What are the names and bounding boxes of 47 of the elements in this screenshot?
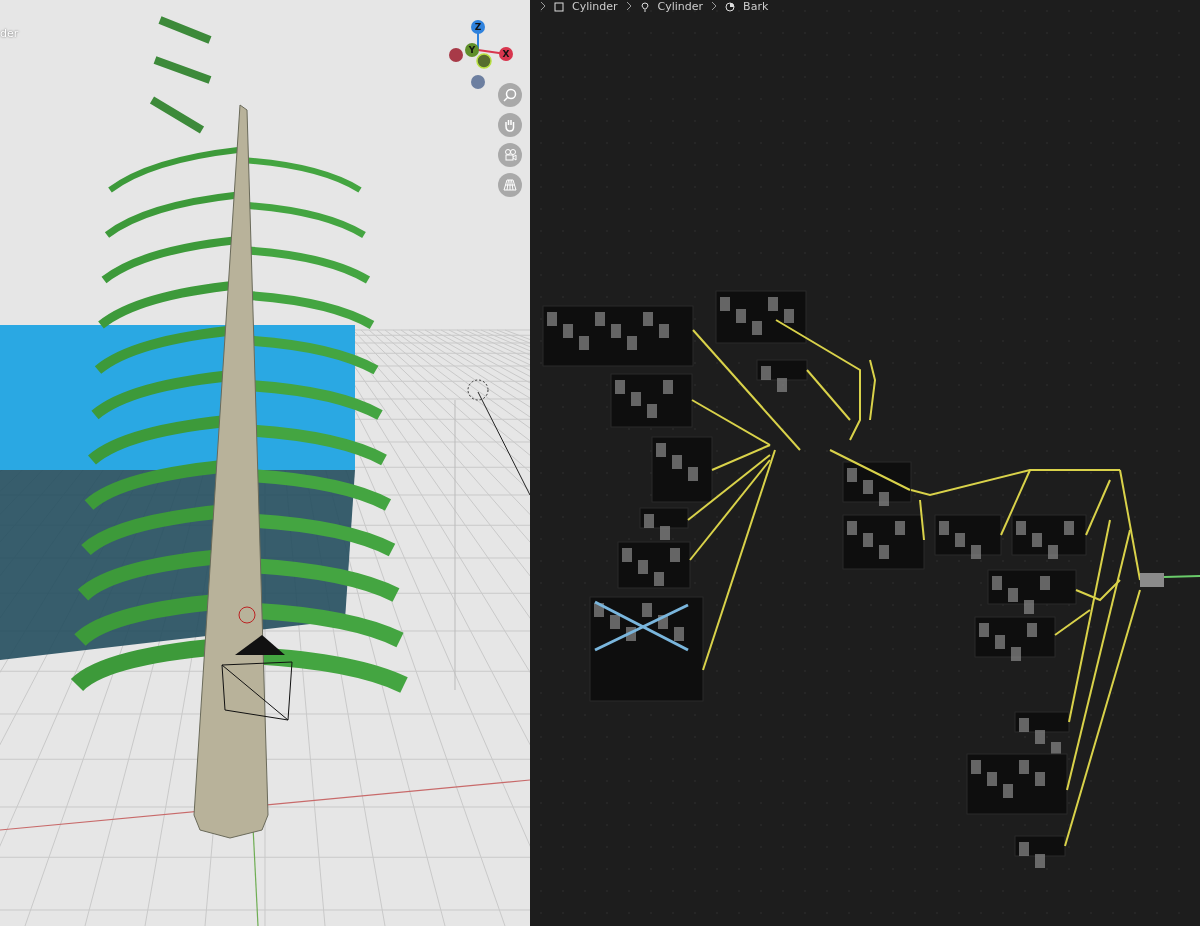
breadcrumb-item[interactable]: Bark bbox=[743, 0, 769, 13]
node-frame[interactable] bbox=[966, 753, 1068, 815]
chevron-icon bbox=[540, 0, 546, 13]
node-frame[interactable] bbox=[617, 541, 691, 589]
breadcrumb-item[interactable]: Cylinder bbox=[572, 0, 618, 13]
camera-icon bbox=[503, 148, 517, 162]
node-frame[interactable] bbox=[610, 373, 693, 428]
hand-icon bbox=[503, 118, 517, 132]
node-frame[interactable] bbox=[589, 596, 704, 702]
node-frame[interactable] bbox=[756, 359, 808, 392]
cube-icon bbox=[554, 1, 564, 12]
node-link bbox=[1163, 575, 1200, 578]
chevron-icon bbox=[625, 0, 632, 13]
axis-handle[interactable]: Z bbox=[471, 20, 485, 34]
node-frame[interactable] bbox=[1014, 711, 1070, 756]
node-frame[interactable] bbox=[715, 290, 807, 344]
sphere-icon bbox=[725, 1, 736, 12]
camera-view-button[interactable] bbox=[498, 143, 522, 167]
axis-handle[interactable] bbox=[471, 75, 485, 89]
node-frame[interactable] bbox=[639, 507, 689, 540]
zoom-button[interactable] bbox=[498, 83, 522, 107]
node-frame[interactable] bbox=[842, 514, 925, 570]
node-frame[interactable] bbox=[1011, 514, 1087, 559]
node-frame[interactable] bbox=[974, 616, 1056, 661]
node-link bbox=[869, 359, 876, 421]
grid-icon bbox=[503, 178, 517, 192]
node-editor[interactable]: Cylinder Cylinder Bark bbox=[530, 0, 1200, 926]
node-frame[interactable] bbox=[542, 305, 694, 367]
axis-handle[interactable] bbox=[449, 48, 463, 62]
chevron-icon bbox=[711, 0, 718, 13]
node-link bbox=[919, 499, 925, 541]
node-frame[interactable] bbox=[1014, 835, 1066, 868]
3d-viewport[interactable]: der Z Y X bbox=[0, 0, 530, 926]
node-frame[interactable] bbox=[651, 436, 713, 503]
zoom-icon bbox=[503, 88, 517, 102]
breadcrumb-item[interactable]: Cylinder bbox=[657, 0, 704, 13]
axis-handle[interactable]: Y bbox=[465, 43, 479, 57]
viewport-header-text: der bbox=[0, 27, 19, 40]
node-frame[interactable] bbox=[842, 461, 912, 506]
axis-handle[interactable] bbox=[476, 53, 492, 69]
output-node[interactable] bbox=[1140, 573, 1164, 587]
axis-handle[interactable]: X bbox=[499, 47, 513, 61]
node-frame[interactable] bbox=[987, 569, 1077, 614]
bulb-icon bbox=[639, 1, 650, 12]
pan-button[interactable] bbox=[498, 113, 522, 137]
node-frame[interactable] bbox=[934, 514, 1002, 559]
perspective-grid-button[interactable] bbox=[498, 173, 522, 197]
